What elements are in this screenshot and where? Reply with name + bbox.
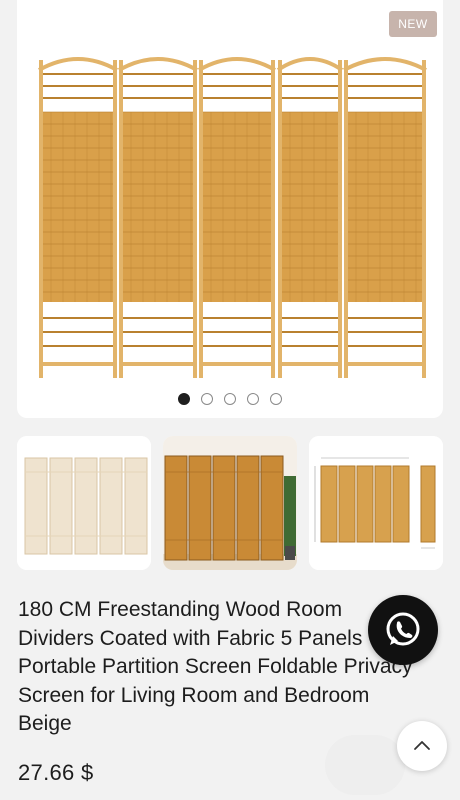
panel-post [119,60,123,378]
panel-post [278,60,282,378]
woven-panel [123,112,193,302]
carousel-dot-4[interactable] [247,393,259,405]
panel-post [39,60,43,378]
panel-post [199,60,203,378]
carousel-dot-2[interactable] [201,393,213,405]
panel-arch [118,57,198,72]
scroll-top-button[interactable] [397,721,447,771]
panel-post [338,60,342,378]
background-decoration [325,735,405,795]
woven-panel [203,112,271,302]
product-price: 27.66 $ [18,760,94,785]
room-divider-image [38,57,427,378]
panel-arch [197,57,277,72]
woven-panel [348,112,422,302]
panel-post [422,60,426,378]
carousel-dot-3[interactable] [224,393,236,405]
carousel-dot-1[interactable] [178,393,190,405]
panel-post [113,60,117,378]
woven-panel [43,112,113,302]
carousel-dots [17,393,443,405]
carousel-dot-5[interactable] [270,393,282,405]
whatsapp-button[interactable] [368,595,438,665]
lifestyle-divider-thumb-image [163,436,297,570]
product-main-image[interactable]: NEW [17,0,443,418]
panel-post [193,60,197,378]
panel-arch [276,57,344,72]
panel-arch [343,57,427,72]
chevron-up-icon [414,741,430,750]
panel-post [271,60,275,378]
product-title: 180 CM Freestanding Wood Room Dividers C… [18,598,413,735]
dimensions-divider-thumb-image [309,436,443,570]
whatsapp-icon [386,612,420,646]
panel-arch [38,57,118,72]
thumbnail-1[interactable] [17,436,151,570]
thumbnail-strip [17,436,443,570]
beige-divider-thumb-image [17,436,151,570]
new-badge: NEW [389,11,437,37]
thumbnail-3[interactable] [309,436,443,570]
panel-post [344,60,348,378]
thumbnail-2[interactable] [163,436,297,570]
